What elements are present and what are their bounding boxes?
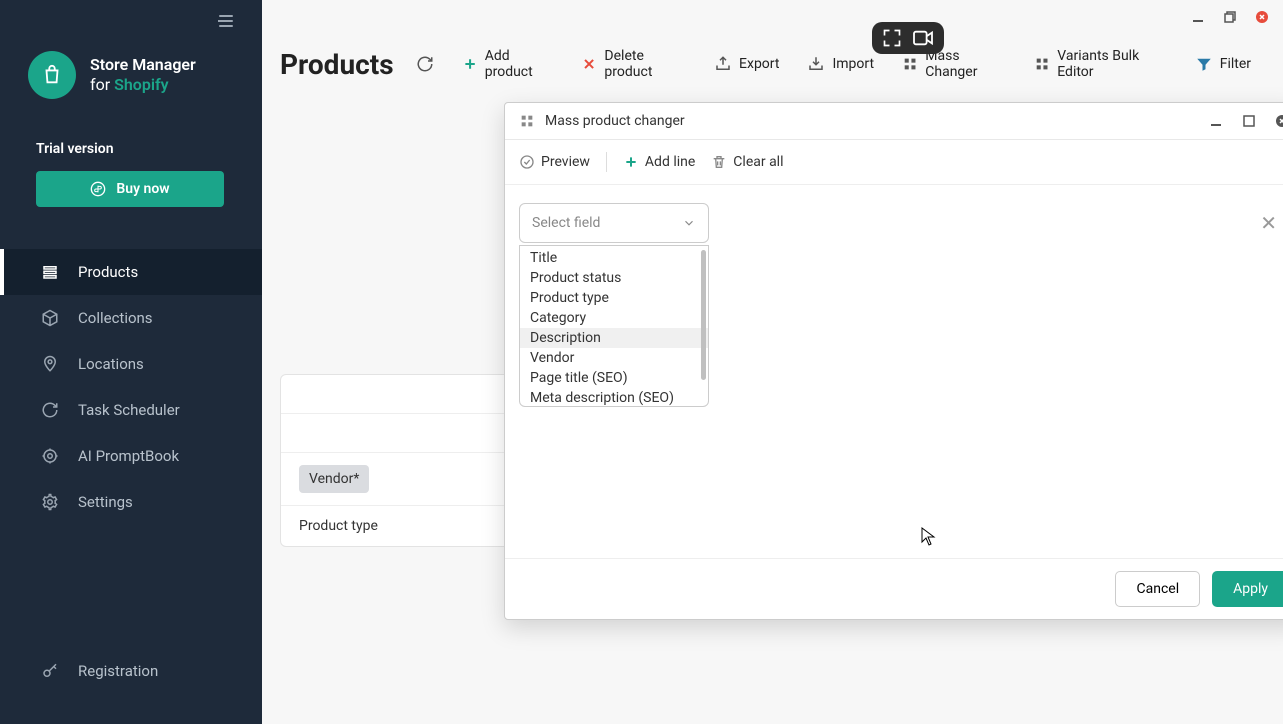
window-restore-icon[interactable]	[1223, 10, 1237, 24]
nav-label: Registration	[78, 662, 158, 680]
preview-label: Preview	[541, 154, 590, 170]
dropdown-option[interactable]: Product status	[520, 268, 708, 288]
trial-label: Trial version	[36, 141, 236, 157]
nav-label: Task Scheduler	[78, 401, 180, 419]
grid-icon	[519, 113, 535, 129]
nav-collections[interactable]: Collections	[0, 295, 262, 341]
add-line-label: Add line	[645, 154, 695, 170]
menu-toggle-icon[interactable]	[218, 12, 234, 31]
nav-settings[interactable]: Settings	[0, 479, 262, 525]
mass-changer-modal: Mass product changer Preview Add line	[504, 102, 1283, 620]
expand-icon	[882, 28, 902, 48]
delete-product-button[interactable]: Delete product	[575, 44, 692, 84]
logo-badge-icon	[28, 51, 76, 99]
list-icon	[40, 263, 60, 281]
dropdown-option[interactable]: Description	[520, 328, 708, 348]
clear-all-button[interactable]: Clear all	[711, 154, 783, 170]
toolbar-label: Add product	[485, 48, 554, 80]
select-placeholder: Select field	[532, 215, 600, 231]
dropdown-option[interactable]: Meta description (SEO)	[520, 388, 708, 406]
scrollbar[interactable]	[701, 250, 706, 380]
add-product-button[interactable]: Add product	[456, 44, 560, 84]
refresh-button[interactable]	[410, 51, 440, 77]
vendor-label: Vendor*	[299, 465, 369, 493]
recording-widget[interactable]	[872, 22, 944, 54]
nav-task-scheduler[interactable]: Task Scheduler	[0, 387, 262, 433]
add-line-button[interactable]: Add line	[623, 154, 695, 170]
variants-bulk-editor-button[interactable]: Variants Bulk Editor	[1028, 44, 1173, 84]
key-icon	[40, 662, 60, 680]
toolbar-label: Filter	[1220, 56, 1251, 72]
modal-maximize-icon[interactable]	[1243, 114, 1255, 128]
window-close-icon[interactable]	[1255, 10, 1269, 24]
gear-icon	[40, 493, 60, 511]
nav-products[interactable]: Products	[0, 249, 262, 295]
page-title: Products	[280, 48, 394, 81]
remove-row-button[interactable]: ✕	[1260, 211, 1277, 235]
cursor-icon	[921, 527, 937, 551]
nav-label: AI PromptBook	[78, 447, 179, 465]
preview-button[interactable]: Preview	[519, 154, 590, 170]
apply-button[interactable]: Apply	[1212, 571, 1283, 607]
dropdown-option[interactable]: Product type	[520, 288, 708, 308]
logo-for: for	[90, 75, 114, 94]
cube-icon	[40, 309, 60, 327]
toolbar-label: Import	[832, 56, 874, 72]
filter-button[interactable]: Filter	[1189, 51, 1257, 77]
dropdown-option[interactable]: Vendor	[520, 348, 708, 368]
nav-ai-promptbook[interactable]: AI PromptBook	[0, 433, 262, 479]
pin-icon	[40, 355, 60, 373]
modal-minimize-icon[interactable]	[1209, 114, 1223, 128]
modal-close-icon[interactable]	[1275, 114, 1283, 128]
sidebar: Store Manager for Shopify Trial version …	[0, 0, 262, 724]
dropdown-option[interactable]: Category	[520, 308, 708, 328]
refresh-icon	[40, 401, 60, 419]
nav-label: Locations	[78, 355, 144, 373]
main-area: Products Add product Delete product Expo…	[262, 0, 1283, 724]
cancel-button[interactable]: Cancel	[1115, 571, 1200, 607]
logo-brand: Shopify	[114, 75, 169, 94]
dropdown-option[interactable]: Title	[520, 248, 708, 268]
logo: Store Manager for Shopify	[0, 51, 262, 123]
clear-all-label: Clear all	[733, 154, 783, 170]
record-icon	[912, 29, 934, 47]
buy-label: Buy now	[116, 181, 169, 197]
toolbar-label: Export	[739, 56, 779, 72]
nav-locations[interactable]: Locations	[0, 341, 262, 387]
ai-icon	[40, 447, 60, 465]
chevron-down-icon	[682, 216, 696, 230]
window-minimize-icon[interactable]	[1191, 10, 1205, 24]
nav-label: Collections	[78, 309, 153, 327]
product-type-label: Product type	[299, 518, 378, 534]
toolbar-label: Delete product	[604, 48, 686, 80]
logo-primary: Store Manager	[90, 55, 196, 75]
export-button[interactable]: Export	[708, 51, 785, 77]
apply-label: Apply	[1233, 581, 1268, 597]
modal-title: Mass product changer	[545, 113, 685, 129]
cancel-label: Cancel	[1136, 581, 1179, 597]
field-options-dropdown: TitleProduct statusProduct typeCategoryD…	[519, 245, 709, 407]
nav-label: Products	[78, 263, 138, 281]
toolbar-label: Variants Bulk Editor	[1057, 48, 1166, 80]
import-button[interactable]: Import	[801, 51, 880, 77]
nav-registration[interactable]: Registration	[0, 648, 262, 694]
nav-label: Settings	[78, 493, 133, 511]
dropdown-option[interactable]: Page title (SEO)	[520, 368, 708, 388]
select-field-dropdown[interactable]: Select field	[519, 203, 709, 243]
buy-now-button[interactable]: Buy now	[36, 171, 224, 207]
